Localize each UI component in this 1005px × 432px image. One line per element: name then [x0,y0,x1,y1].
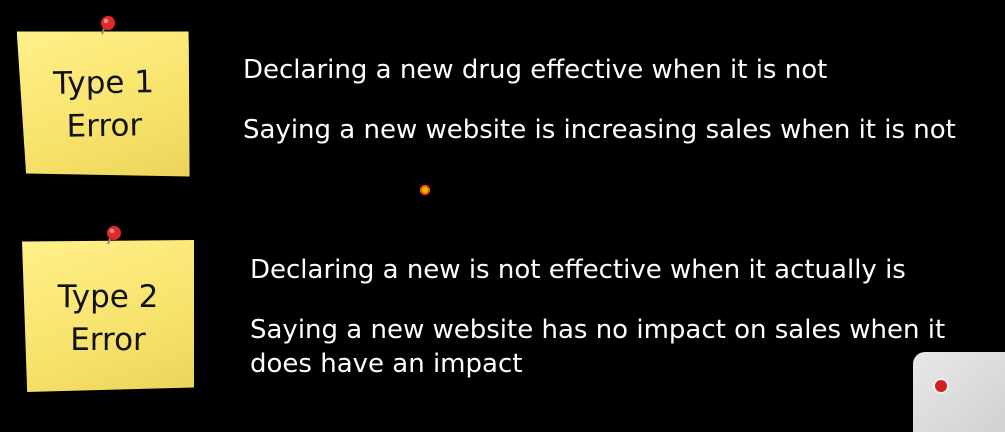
record-icon [933,378,949,394]
type2-example-2-line2: does have an impact [250,349,523,379]
corner-thumbnail [913,352,1005,432]
note-label: Type 2 Error [22,276,194,362]
note-title: Type 2 [57,279,159,315]
sticky-note-type2: Type 2 Error [22,240,194,392]
note-subtitle: Error [70,322,146,358]
pushpin-icon [107,226,121,245]
note-subtitle: Error [66,107,143,145]
type1-example-1: Declaring a new drug effective when it i… [243,55,828,85]
pushpin-icon [101,16,115,35]
type2-example-1: Declaring a new is not effective when it… [250,255,906,285]
type1-example-2: Saying a new website is increasing sales… [243,115,956,145]
note-label: Type 1 Error [17,61,190,150]
sticky-note-type1: Type 1 Error [17,29,192,180]
type2-example-2-line1: Saying a new website has no impact on sa… [250,315,946,345]
note-title: Type 1 [52,64,155,102]
cursor-dot-icon [420,185,430,195]
